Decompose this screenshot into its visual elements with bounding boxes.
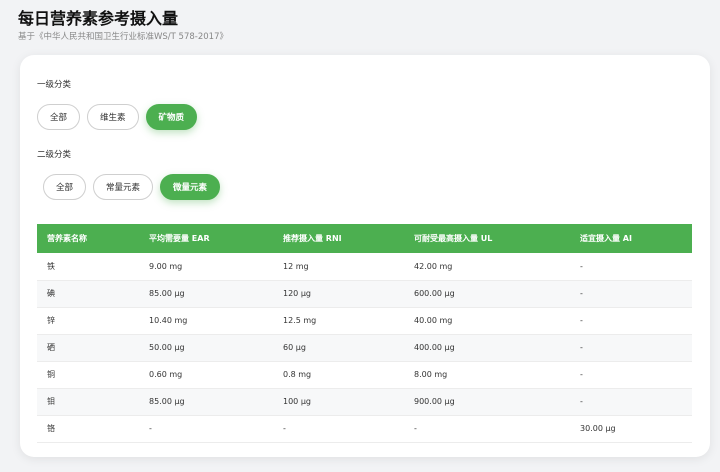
column-header-ai[interactable]: 适宜摄入量 AI bbox=[570, 224, 692, 253]
ai-cell: - bbox=[580, 261, 583, 271]
nutrient-table-container: 营养素名称 平均需要量 EAR 推荐摄入量 RNI 可耐受最高摄入量 UL 适宜… bbox=[37, 224, 692, 443]
nutrient-name-cell: 钼 bbox=[47, 397, 55, 406]
rni-cell: 12 mg bbox=[283, 261, 309, 271]
ai-cell: 30.00 μg bbox=[580, 424, 616, 433]
level1-chip-all[interactable]: 全部 bbox=[37, 104, 81, 130]
level2-filter-chips: 全部 常量元素 微量元素 bbox=[43, 174, 221, 200]
ear-cell: 0.60 mg bbox=[149, 370, 183, 379]
column-header-name[interactable]: 营养素名称 bbox=[37, 224, 139, 253]
ul-cell: 400.00 μg bbox=[414, 343, 455, 352]
nutrient-name-cell: 锌 bbox=[47, 316, 55, 325]
table-row[interactable]: 铜 0.60 mg 0.8 mg 8.00 mg - bbox=[37, 361, 692, 388]
ai-cell: - bbox=[580, 370, 583, 379]
rni-cell: 100 μg bbox=[283, 397, 311, 406]
ai-cell: - bbox=[580, 343, 583, 352]
content-card: 一级分类 全部 维生素 矿物质 二级分类 全部 常量元素 微量元素 营养素名称 … bbox=[20, 55, 710, 457]
table-row[interactable]: 碘 85.00 μg 120 μg 600.00 μg - bbox=[37, 280, 692, 307]
rni-cell: - bbox=[283, 424, 286, 433]
level1-filter-chips: 全部 维生素 矿物质 bbox=[37, 104, 198, 130]
table-header-row: 营养素名称 平均需要量 EAR 推荐摄入量 RNI 可耐受最高摄入量 UL 适宜… bbox=[37, 224, 692, 253]
ul-cell: 600.00 μg bbox=[414, 289, 455, 298]
column-header-ul[interactable]: 可耐受最高摄入量 UL bbox=[404, 224, 570, 253]
ai-cell: - bbox=[580, 316, 583, 325]
table-row[interactable]: 铬 - - - 30.00 μg bbox=[37, 415, 692, 442]
rni-cell: 0.8 mg bbox=[283, 370, 312, 379]
level1-filter-label: 一级分类 bbox=[37, 80, 72, 90]
level2-chip-trace-elements[interactable]: 微量元素 bbox=[160, 174, 221, 200]
page: 每日营养素参考摄入量 基于《中华人民共和国卫生行业标准WS/T 578-2017… bbox=[0, 0, 720, 472]
table-row[interactable]: 锌 10.40 mg 12.5 mg 40.00 mg - bbox=[37, 307, 692, 334]
ul-cell: 42.00 mg bbox=[414, 261, 453, 271]
ul-cell: 40.00 mg bbox=[414, 316, 453, 325]
ai-cell: - bbox=[580, 289, 583, 298]
ul-cell: 8.00 mg bbox=[414, 370, 448, 379]
level1-chip-vitamins[interactable]: 维生素 bbox=[87, 104, 139, 130]
ear-cell: 10.40 mg bbox=[149, 316, 188, 325]
column-header-ear[interactable]: 平均需要量 EAR bbox=[139, 224, 273, 253]
ear-cell: - bbox=[149, 424, 152, 433]
rni-cell: 120 μg bbox=[283, 289, 311, 298]
column-header-rni[interactable]: 推荐摄入量 RNI bbox=[273, 224, 404, 253]
page-subtitle: 基于《中华人民共和国卫生行业标准WS/T 578-2017》 bbox=[18, 32, 228, 42]
nutrient-table: 营养素名称 平均需要量 EAR 推荐摄入量 RNI 可耐受最高摄入量 UL 适宜… bbox=[37, 224, 692, 443]
level2-chip-all[interactable]: 全部 bbox=[43, 174, 87, 200]
rni-cell: 60 μg bbox=[283, 343, 306, 352]
level1-chip-minerals[interactable]: 矿物质 bbox=[145, 104, 198, 130]
level2-filter-label: 二级分类 bbox=[37, 150, 72, 160]
nutrient-name-cell: 铜 bbox=[47, 370, 55, 379]
level2-chip-macro-elements[interactable]: 常量元素 bbox=[93, 174, 154, 200]
nutrient-name-cell: 铁 bbox=[47, 261, 55, 271]
nutrient-name-cell: 硒 bbox=[47, 343, 55, 352]
rni-cell: 12.5 mg bbox=[283, 316, 317, 325]
table-row[interactable]: 铁 9.00 mg 12 mg 42.00 mg - bbox=[37, 253, 692, 280]
table-row[interactable]: 钼 85.00 μg 100 μg 900.00 μg - bbox=[37, 388, 692, 415]
page-title: 每日营养素参考摄入量 bbox=[18, 9, 179, 28]
ul-cell: 900.00 μg bbox=[414, 397, 455, 406]
ear-cell: 9.00 mg bbox=[149, 261, 183, 271]
nutrient-name-cell: 铬 bbox=[47, 424, 55, 433]
ear-cell: 85.00 μg bbox=[149, 289, 185, 298]
ai-cell: - bbox=[580, 397, 583, 406]
table-row[interactable]: 硒 50.00 μg 60 μg 400.00 μg - bbox=[37, 334, 692, 361]
ear-cell: 85.00 μg bbox=[149, 397, 185, 406]
ul-cell: - bbox=[414, 424, 417, 433]
ear-cell: 50.00 μg bbox=[149, 343, 185, 352]
nutrient-name-cell: 碘 bbox=[47, 289, 55, 298]
